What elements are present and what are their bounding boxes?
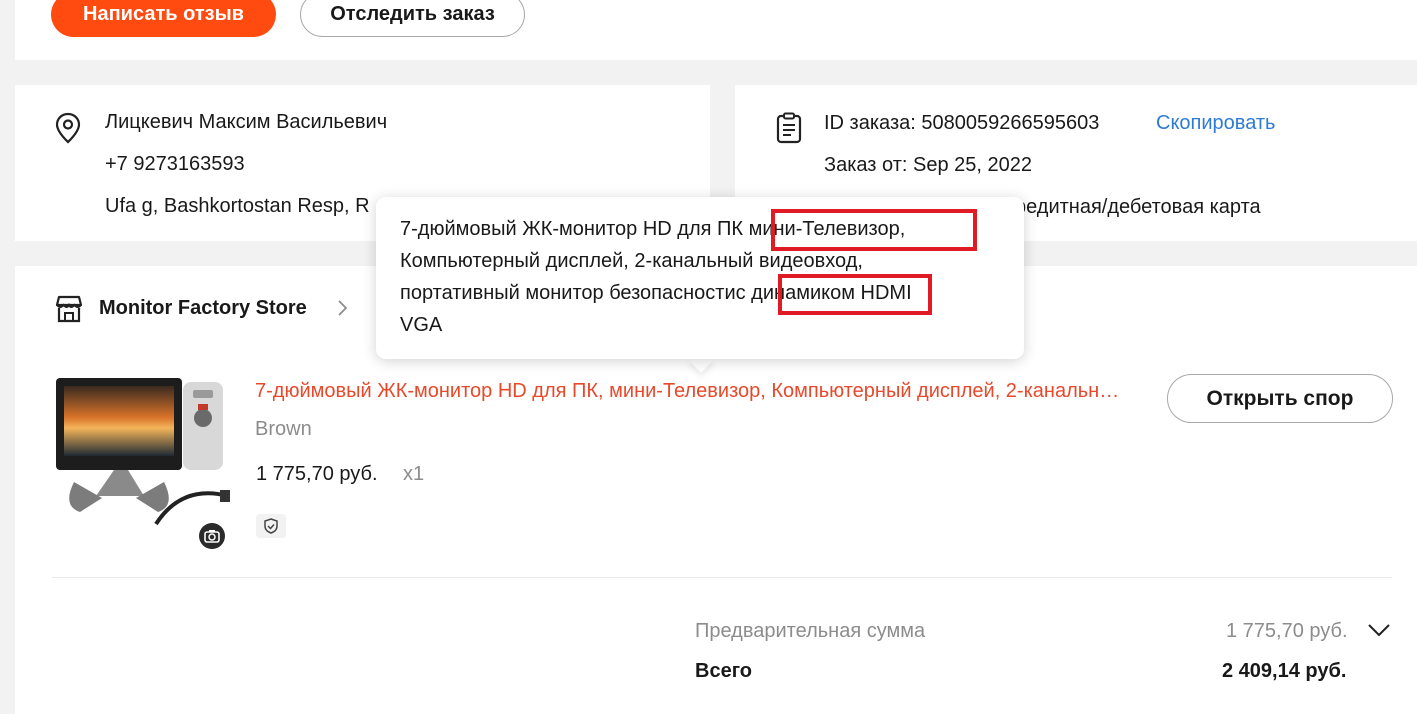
shield-check-icon [256, 514, 286, 543]
order-id: ID заказа: 5080059266595603 [824, 112, 1100, 134]
tooltip-line1-text: 7-дюймовый ЖК-монитор HD для ПК [400, 218, 744, 240]
product-title-link[interactable]: 7-дюймовый ЖК-монитор HD для ПК, мини-Те… [255, 378, 1125, 404]
chevron-right-icon[interactable] [336, 299, 348, 322]
highlight-box [778, 274, 932, 315]
subtotal-value: 1 775,70 руб. [1226, 620, 1348, 642]
track-order-button[interactable]: Отследить заказ [300, 0, 525, 37]
chevron-down-icon[interactable] [1366, 621, 1392, 644]
order-date: Заказ от: Sep 25, 2022 [824, 154, 1032, 176]
store-icon [54, 294, 84, 329]
highlight-box [771, 209, 977, 251]
copy-order-id-link[interactable]: Скопировать [1156, 111, 1275, 135]
clipboard-icon [774, 112, 804, 149]
store-name[interactable]: Monitor Factory Store [99, 296, 307, 320]
subtotal-label: Предварительная сумма [695, 620, 926, 642]
product-quantity: x1 [403, 463, 425, 485]
camera-icon[interactable] [198, 522, 226, 555]
divider [52, 577, 1392, 578]
product-variant: Brown [255, 418, 312, 440]
open-dispute-button[interactable]: Открыть спор [1167, 374, 1393, 423]
total-value: 2 409,14 руб. [1222, 660, 1347, 682]
location-pin-icon [54, 112, 82, 149]
total-label: Всего [695, 660, 752, 682]
recipient-name: Лицкевич Максим Васильевич [105, 111, 388, 133]
write-review-button[interactable]: Написать отзыв [51, 0, 276, 37]
recipient-phone: +7 9273163593 [105, 153, 245, 175]
product-price: 1 775,70 руб. [256, 463, 378, 485]
recipient-address: Ufa g, Bashkortostan Resp, R [105, 195, 370, 217]
payment-method: редитная/дебетовая карта [1015, 196, 1261, 218]
tooltip-line3-text: портативный монитор безопасности [400, 282, 736, 304]
